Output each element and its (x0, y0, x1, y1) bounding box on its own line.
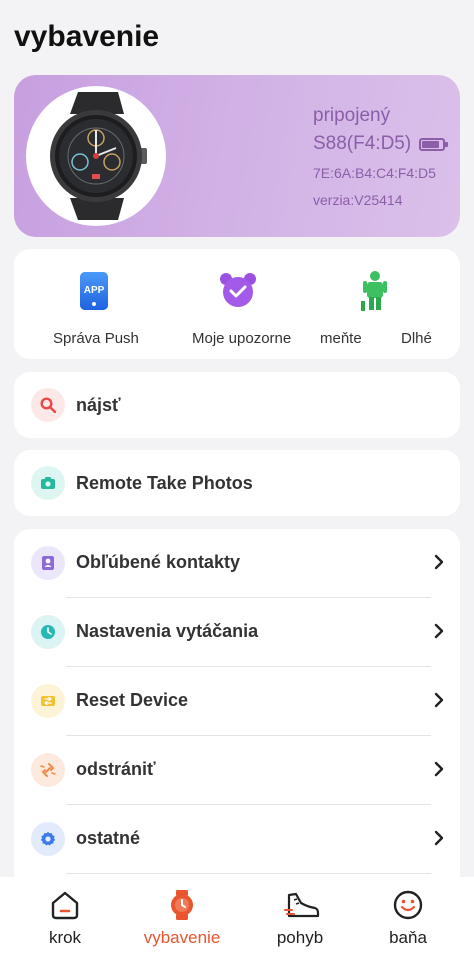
watch-icon (171, 890, 193, 920)
device-mac: 7E:6A:B4:C4:F4:D5 (313, 165, 436, 181)
device-version: verzia:V25414 (313, 192, 403, 208)
nav-tab-vybavenie[interactable]: vybavenie (132, 877, 232, 960)
app-notification-icon: APP (79, 271, 109, 316)
remote-photo-row[interactable]: Remote Take Photos (14, 450, 460, 516)
device-card[interactable]: pripojený S88(F4:D5) 7E:6A:B4:C4:F4:D5 v… (14, 75, 460, 237)
chevron-right-icon (434, 830, 444, 851)
device-name-text: S88(F4:D5) (313, 133, 412, 154)
find-device-row[interactable]: nájsť (14, 372, 460, 438)
chevron-right-icon (434, 761, 444, 782)
nav-tab-krok[interactable]: krok (15, 877, 115, 960)
list-item-label: Nastavenia vytáčania (76, 621, 259, 641)
list-item-dial-settings[interactable]: Nastavenia vytáčania (14, 598, 460, 667)
shoe-icon (284, 892, 320, 918)
nav-label: baňa (389, 928, 427, 947)
sedentary-person-icon (361, 271, 387, 316)
list-item-label: ostatné (76, 828, 141, 848)
remote-photo-label: Remote Take Photos (76, 473, 253, 493)
list-item-unbind[interactable]: odstrániť (14, 736, 460, 805)
bottom-nav: krok vybavenie pohyb baňa (0, 877, 474, 960)
nav-label: pohyb (276, 928, 324, 947)
list-item-other[interactable]: ostatné (14, 805, 460, 874)
list-item-label: Obľúbené kontakty (76, 552, 240, 572)
gear-icon (31, 822, 65, 856)
quick-action-label: Moje upozorne (192, 330, 292, 347)
quick-action-move[interactable]: meňte (308, 249, 388, 359)
home-icon (51, 891, 79, 920)
device-name: S88(F4:D5) (313, 133, 449, 155)
quick-action-long-sit[interactable]: Dlhé (388, 249, 460, 359)
quick-action-label: Dlhé (401, 330, 432, 347)
quick-actions-card: APP Správa Push Moje upozorne meňte Dlhé (14, 249, 460, 359)
nav-tab-pohyb[interactable]: pohyb (250, 877, 350, 960)
nav-label: krok (48, 928, 82, 947)
divider (66, 873, 431, 874)
list-item-label: odstrániť (76, 759, 156, 779)
alarm-clock-icon (219, 271, 257, 314)
chevron-right-icon (434, 554, 444, 575)
connection-status: pripojený (313, 105, 391, 126)
list-item-label: Reset Device (76, 690, 189, 710)
settings-list: Obľúbené kontakty Nastavenia vytáčania R… (14, 529, 460, 879)
quick-action-push[interactable]: APP Správa Push (14, 249, 178, 359)
nav-label: vybavenie (143, 928, 221, 947)
reset-icon (31, 684, 65, 718)
camera-icon (31, 466, 65, 500)
page-title: vybavenie (14, 20, 160, 53)
nav-tab-bana[interactable]: baňa (358, 877, 458, 960)
find-label: nájsť (76, 395, 121, 415)
watch-image (26, 86, 166, 226)
list-item-reset-device[interactable]: Reset Device (14, 667, 460, 736)
contacts-icon (31, 546, 65, 580)
chevron-right-icon (434, 623, 444, 644)
search-icon (31, 388, 65, 422)
battery-fill (422, 140, 440, 148)
list-item-favorite-contacts[interactable]: Obľúbené kontakty (14, 529, 460, 598)
quick-action-label: meňte (320, 330, 362, 347)
smiley-icon (393, 890, 423, 920)
svg-text:APP: APP (84, 285, 105, 296)
battery-icon (419, 137, 449, 151)
quick-action-label: Správa Push (53, 330, 139, 347)
chevron-right-icon (434, 692, 444, 713)
quick-action-alarm[interactable]: Moje upozorne (178, 249, 308, 359)
unlink-icon (31, 753, 65, 787)
clock-icon (31, 615, 65, 649)
